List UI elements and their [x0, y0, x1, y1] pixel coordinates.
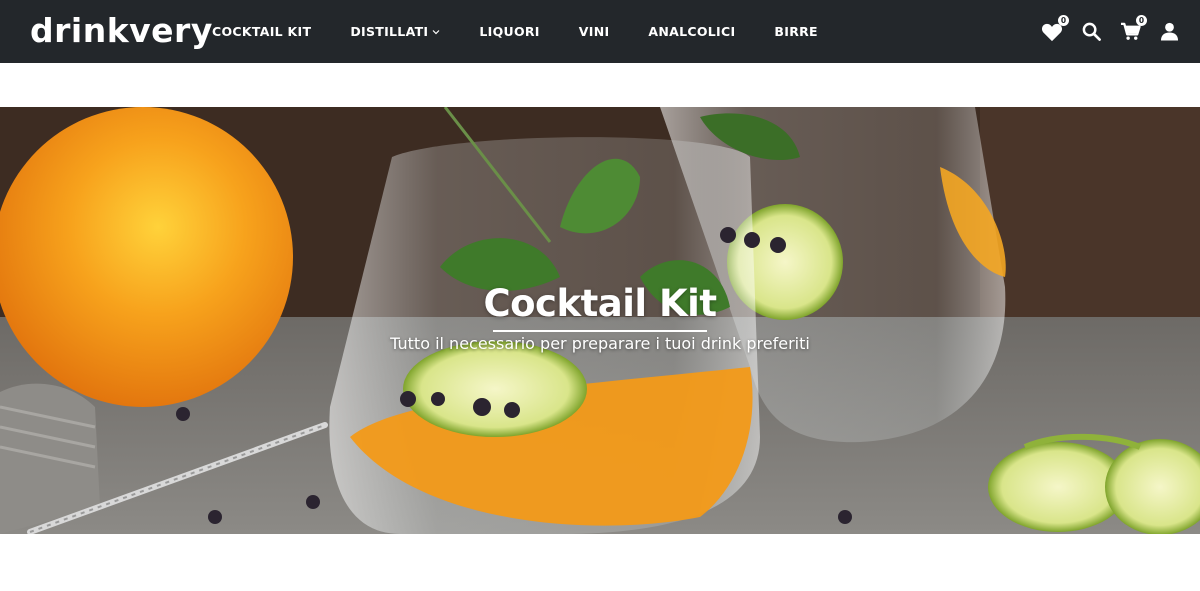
wishlist-count-badge: 0 [1058, 14, 1069, 26]
nav-item-birre[interactable]: BIRRE [774, 24, 817, 39]
hero-title: Cocktail Kit [483, 282, 717, 325]
wishlist-button[interactable]: 0 [1041, 14, 1069, 43]
hero-divider [493, 330, 707, 332]
chevron-down-icon [432, 29, 440, 34]
search-button[interactable] [1080, 21, 1102, 43]
hero-subtitle: Tutto il necessario per preparare i tuoi… [390, 334, 810, 353]
nav-item-liquori[interactable]: LIQUORI [479, 24, 539, 39]
search-icon [1082, 22, 1101, 41]
hero-banner[interactable]: Cocktail Kit Tutto il necessario per pre… [0, 107, 1200, 534]
nav-item-vini[interactable]: VINI [579, 24, 610, 39]
cart-button[interactable]: 0 [1119, 14, 1147, 43]
nav-item-label: COCKTAIL KIT [212, 24, 312, 39]
nav-item-label: DISTILLATI [350, 24, 429, 39]
nav-item-label: BIRRE [774, 24, 818, 39]
nav-item-label: VINI [578, 24, 610, 39]
user-icon [1160, 22, 1178, 41]
nav-item-distillati[interactable]: DISTILLATI [350, 24, 440, 39]
cart-count-badge: 0 [1136, 14, 1147, 26]
nav-item-label: ANALCOLICI [648, 24, 736, 39]
main-nav: COCKTAIL KIT DISTILLATI LIQUORI VINI ANA… [212, 0, 857, 63]
logo[interactable]: drinkvery [30, 9, 213, 53]
account-button[interactable] [1158, 21, 1180, 43]
nav-item-cocktail-kit[interactable]: COCKTAIL KIT [212, 24, 311, 39]
header-icons: 0 0 [1024, 0, 1180, 63]
top-navbar: drinkvery COCKTAIL KIT DISTILLATI LIQUOR… [0, 0, 1200, 63]
nav-item-label: LIQUORI [479, 24, 540, 39]
nav-item-analcolici[interactable]: ANALCOLICI [648, 24, 735, 39]
